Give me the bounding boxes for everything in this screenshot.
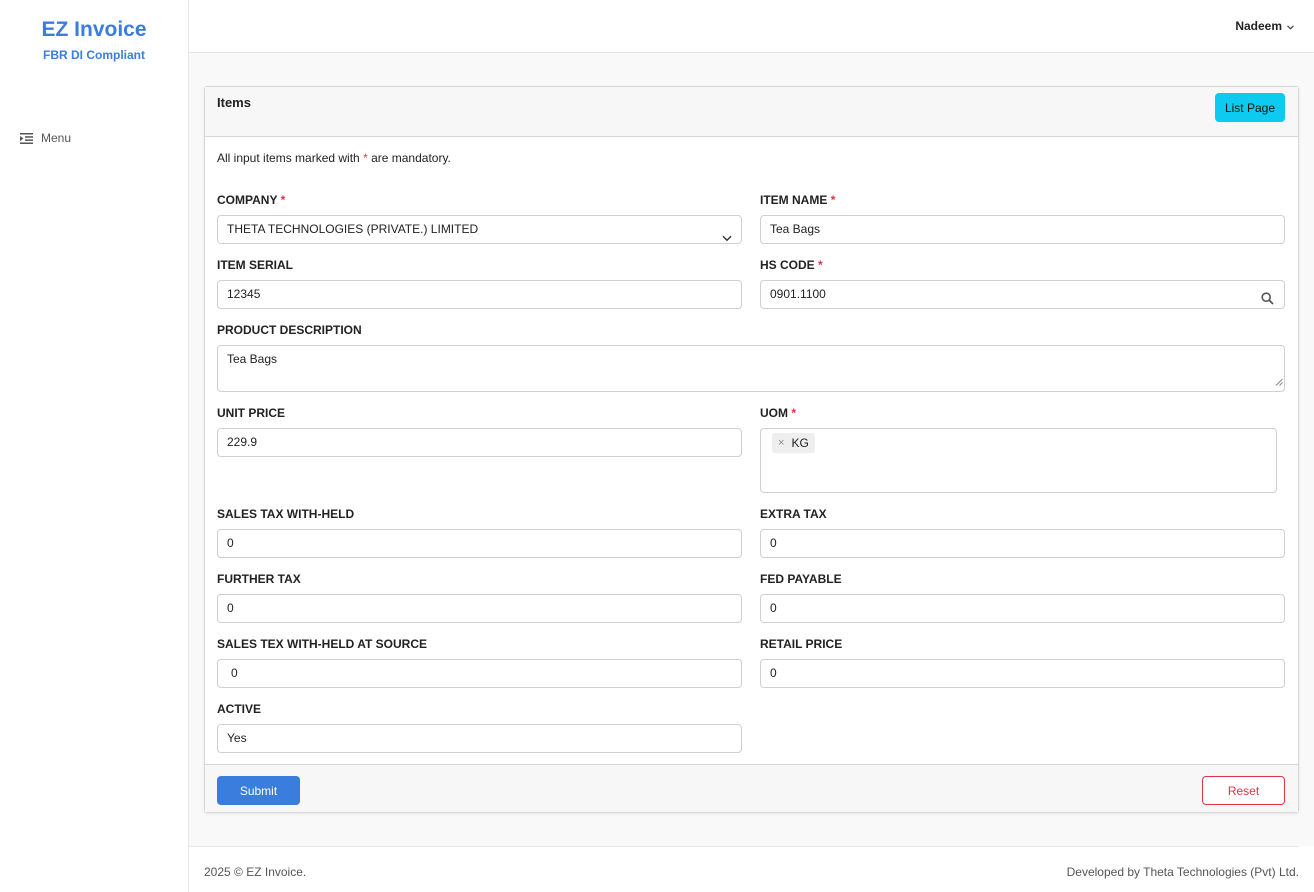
hs-code-input[interactable]: 0901.1100 <box>760 280 1285 309</box>
items-card: Items List Page All input items marked w… <box>204 86 1299 813</box>
unit-price-input[interactable]: 229.9 <box>217 428 742 457</box>
developer-credit: Developed by Theta Technologies (Pvt) Lt… <box>1066 865 1299 879</box>
mandatory-note: All input items marked with * are mandat… <box>217 151 451 165</box>
item-name-label: ITEM NAME * <box>760 193 836 207</box>
company-label: COMPANY * <box>217 193 286 207</box>
item-name-input[interactable]: Tea Bags <box>760 215 1285 244</box>
reset-button[interactable]: Reset <box>1202 776 1285 805</box>
uom-tag: × KG <box>772 433 815 453</box>
product-description-value: Tea Bags <box>227 352 278 366</box>
search-icon[interactable] <box>1261 288 1274 315</box>
company-select-value: THETA TECHNOLOGIES (PRIVATE.) LIMITED <box>227 222 479 236</box>
extra-tax-label: EXTRA TAX <box>760 507 827 521</box>
remove-tag-icon[interactable]: × <box>778 437 784 449</box>
active-select[interactable]: Yes <box>217 724 742 753</box>
further-tax-input[interactable]: 0 <box>217 594 742 623</box>
uom-tag-label: KG <box>791 436 809 450</box>
sales-tax-withheld-label: SALES TAX WITH-HELD <box>217 507 355 521</box>
sales-tex-withheld-source-label: SALES TEX WITH-HELD AT SOURCE <box>217 637 427 651</box>
mandatory-note-suffix: are mandatory. <box>367 151 451 165</box>
uom-label: UOM * <box>760 406 797 420</box>
company-select[interactable]: THETA TECHNOLOGIES (PRIVATE.) LIMITED <box>217 215 742 244</box>
product-description-textarea[interactable]: Tea Bags <box>217 345 1285 392</box>
sidebar-menu-toggle[interactable]: Menu <box>20 131 71 145</box>
resize-grip-icon[interactable] <box>1275 374 1283 390</box>
page-title: Items <box>217 95 251 110</box>
extra-tax-input[interactable]: 0 <box>760 529 1285 558</box>
page-footer: 2025 © EZ Invoice. Developed by Theta Te… <box>189 846 1299 892</box>
chevron-down-icon <box>722 225 732 252</box>
hs-code-value: 0901.1100 <box>770 287 826 301</box>
user-menu[interactable]: Nadeem <box>1235 19 1294 33</box>
list-page-button[interactable]: List Page <box>1215 93 1285 122</box>
user-name: Nadeem <box>1235 19 1282 33</box>
item-serial-input[interactable]: 12345 <box>217 280 742 309</box>
fed-payable-label: FED PAYABLE <box>760 572 842 586</box>
unit-price-label: UNIT PRICE <box>217 406 286 420</box>
hs-code-label: HS CODE * <box>760 258 823 272</box>
topbar: Nadeem <box>189 0 1314 53</box>
sales-tax-withheld-input[interactable]: 0 <box>217 529 742 558</box>
brand-title[interactable]: EZ Invoice <box>0 18 188 42</box>
card-header: Items List Page <box>205 87 1298 137</box>
sidebar: EZ Invoice FBR DI Compliant Menu <box>0 0 189 892</box>
chevron-down-icon <box>1287 19 1294 33</box>
brand-subtitle: FBR DI Compliant <box>43 48 145 62</box>
card-footer: Submit Reset <box>205 764 1298 812</box>
mandatory-note-text: All input items marked with <box>217 151 364 165</box>
further-tax-label: FURTHER TAX <box>217 572 301 586</box>
item-serial-label: ITEM SERIAL <box>217 258 294 272</box>
indent-list-icon <box>20 132 33 144</box>
fed-payable-input[interactable]: 0 <box>760 594 1285 623</box>
product-description-label: PRODUCT DESCRIPTION <box>217 323 362 337</box>
uom-multiselect[interactable]: × KG <box>760 428 1277 493</box>
retail-price-input[interactable]: 0 <box>760 659 1285 688</box>
sidebar-menu-label: Menu <box>41 131 72 145</box>
active-label: ACTIVE <box>217 702 262 716</box>
copyright-text: 2025 © EZ Invoice. <box>204 865 307 879</box>
submit-button[interactable]: Submit <box>217 776 300 805</box>
sales-tex-withheld-source-input[interactable]: 0 <box>217 659 742 688</box>
retail-price-label: RETAIL PRICE <box>760 637 843 651</box>
